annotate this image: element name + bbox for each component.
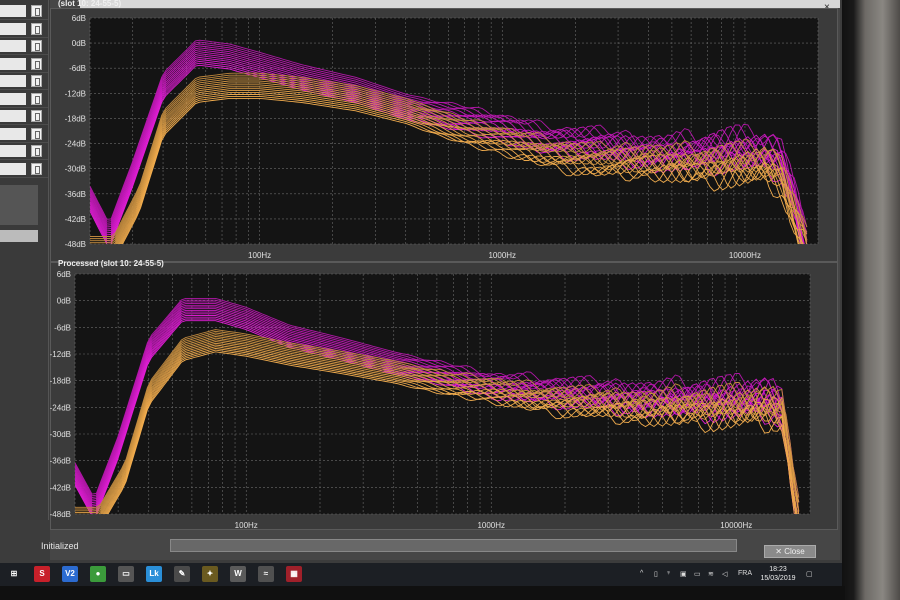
x-tick-label: 10000Hz [729,251,761,260]
y-tick-label: -48dB [65,240,86,249]
y-tick-label: -18dB [50,377,71,386]
tray-chevron-icon[interactable]: ^ [640,570,643,577]
app-stream-icon[interactable]: ▦ [286,566,302,582]
start-icon[interactable]: ⊞ [6,566,22,582]
status-text: Initialized [41,541,79,551]
taskbar-clock[interactable]: 18:23 15/03/2019 [756,565,800,583]
tray-network-icon[interactable]: ▣ [680,570,687,578]
app-yellow-icon[interactable]: ✦ [202,566,218,582]
taskbar: ^ ▯ ♆ ▣ ▭ ≋ ◁ FRA 18:23 15/03/2019 ▢ ⊞ S V… [0,563,842,586]
panel-title: (slot 10: 24-55-5) [58,0,121,8]
app-wolf-icon[interactable]: W [230,566,246,582]
app-terminal-icon[interactable]: ▭ [118,566,134,582]
close-button-label: Close [784,547,805,556]
x-tick-label: 10000Hz [720,521,752,530]
tray-volume-icon[interactable]: ◁ [722,570,727,578]
tray-monitor-icon[interactable]: ▭ [694,570,701,578]
y-tick-label: 6dB [72,14,86,23]
monitor-bezel [0,586,845,600]
room-background [842,0,900,600]
y-tick-label: -24dB [50,403,71,412]
screen: × 6dB0dB-6dB-12dB-18dB-24dB-30dB-36dB-42… [0,0,842,586]
y-tick-label: -42dB [65,215,86,224]
progress-bar [170,539,737,552]
y-tick-label: -6dB [54,323,71,332]
tray-language[interactable]: FRA [738,570,752,577]
tray-device-icon[interactable]: ▯ [654,570,658,578]
close-button-icon: ✕ [775,547,785,556]
app-sats-icon[interactable]: ≈ [258,566,274,582]
y-tick-label: -36dB [65,190,86,199]
spectrum-charts: 6dB 0dB -6dB -12dB -18dB -24dB -30dB -36dB -42dB… [50,0,819,530]
app-chat-icon[interactable]: ✎ [174,566,190,582]
y-tick-label: -6dB [69,64,86,73]
tray-usb-icon[interactable]: ♆ [666,570,671,577]
clock-time: 18:23 [769,566,787,573]
x-tick-label: 1000Hz [488,251,516,260]
app-green-icon[interactable]: ● [90,566,106,582]
y-tick-label: 0dB [57,297,71,306]
y-tick-label: -18dB [65,114,86,123]
tray-wifi-icon[interactable]: ≋ [708,570,714,578]
close-button[interactable]: ✕ Close [764,545,816,558]
y-tick-label: -24dB [65,140,86,149]
app-lake-icon[interactable]: Lk [146,566,162,582]
app-v2-icon[interactable]: V2 [62,566,78,582]
x-tick-label: 100Hz [248,251,271,260]
y-tick-label: 6dB [57,270,71,279]
app-red-s-icon[interactable]: S [34,566,50,582]
x-tick-label: 100Hz [235,521,258,530]
y-tick-label: -48dB [50,510,71,519]
notification-icon[interactable]: ▢ [806,570,813,578]
y-tick-label: -30dB [65,165,86,174]
x-tick-label: 1000Hz [477,521,505,530]
y-tick-label: -12dB [65,89,86,98]
panel-title: Processed (slot 10: 24-55-5) [58,259,164,268]
y-tick-label: -36dB [50,457,71,466]
y-tick-label: 0dB [72,39,86,48]
clock-date: 15/03/2019 [760,575,796,582]
y-tick-label: -42dB [50,483,71,492]
y-tick-label: -30dB [50,430,71,439]
y-tick-label: -12dB [50,350,71,359]
